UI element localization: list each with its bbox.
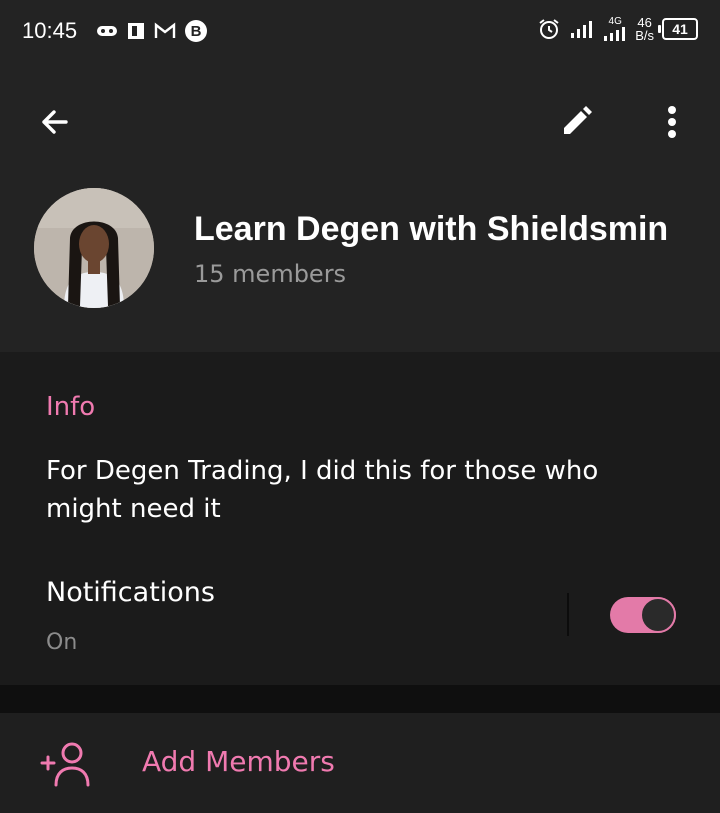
b-app-icon: B [184, 19, 208, 43]
add-members-button[interactable]: Add Members [142, 745, 335, 778]
group-name: Learn Degen with Shieldsmin [194, 210, 669, 248]
divider [567, 593, 569, 636]
toolbar [0, 66, 720, 176]
system-icons: 4G 46 B/s 41 [537, 16, 698, 42]
status-bar: 10:45 B 4G 46 B/s 41 [0, 0, 720, 66]
member-count: 15 members [194, 260, 347, 288]
notifications-toggle[interactable] [610, 597, 676, 633]
toggle-knob [640, 597, 676, 633]
office-icon [126, 21, 146, 41]
notification-icons: B [96, 19, 208, 43]
notifications-status: On [46, 630, 78, 655]
gamepad-icon [96, 23, 118, 39]
more-vertical-icon [668, 106, 676, 138]
signal-label: 4G [608, 16, 622, 27]
section-divider [0, 685, 720, 713]
more-options-button[interactable] [648, 98, 696, 146]
arrow-left-icon [42, 110, 68, 134]
info-title: Info [46, 392, 96, 422]
info-description: For Degen Trading, I did this for those … [46, 456, 599, 524]
signal-4g-icon: 4G [603, 17, 627, 41]
svg-text:B: B [191, 23, 202, 40]
edit-button[interactable] [552, 98, 600, 146]
gmail-icon [154, 22, 176, 40]
net-speed-unit: B/s [635, 28, 654, 43]
group-header: Learn Degen with Shieldsmin 15 members [0, 176, 720, 352]
info-section: Info For Degen Trading, I did this for t… [0, 352, 720, 685]
pencil-icon [564, 106, 592, 134]
net-speed: 46 B/s [635, 16, 654, 42]
notifications-label[interactable]: Notifications [46, 577, 215, 608]
alarm-icon [537, 17, 561, 41]
add-user-icon [40, 742, 90, 787]
status-time: 10:45 [22, 18, 78, 43]
battery-icon: 41 [658, 18, 698, 40]
signal-icon [569, 19, 595, 39]
back-button[interactable] [30, 98, 78, 146]
add-members-row[interactable]: Add Members [0, 713, 720, 813]
avatar[interactable] [34, 188, 154, 308]
